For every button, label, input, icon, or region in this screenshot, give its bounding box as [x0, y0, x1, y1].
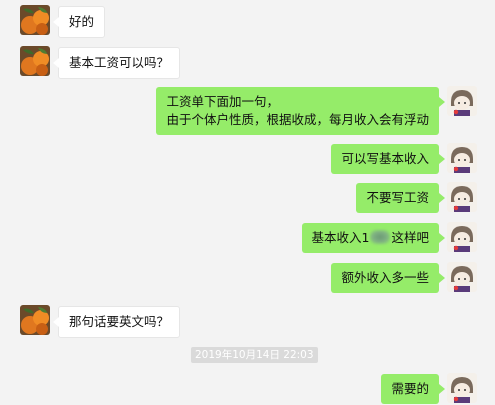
cartoon-girl-avatar-icon[interactable] — [447, 182, 477, 212]
message-text: 需要的 — [391, 381, 429, 396]
orange-avatar-icon[interactable] — [20, 5, 50, 35]
message-text: 基本收入1 — [311, 230, 370, 245]
message-bubble[interactable]: 基本收入1 这样吧 — [301, 223, 446, 253]
message-bubble[interactable]: 基本工资可以吗？ — [52, 47, 181, 79]
timestamp-label: 2019年10月14日 22:03 — [191, 347, 318, 363]
message-bubble[interactable]: 不要写工资 — [356, 183, 445, 213]
message-text: 工资单下面加一句， — [166, 94, 279, 109]
message-bubble[interactable]: 额外收入多一些 — [331, 263, 445, 293]
cartoon-girl-avatar-icon[interactable] — [447, 143, 477, 173]
message-bubble[interactable]: 可以写基本收入 — [331, 144, 445, 174]
redaction-blur — [370, 230, 391, 244]
cartoon-girl-avatar-icon[interactable] — [447, 373, 477, 403]
cartoon-girl-avatar-icon[interactable] — [447, 262, 477, 292]
orange-avatar-icon[interactable] — [20, 305, 50, 335]
message-text: 额外收入多一些 — [341, 270, 429, 285]
message-text: 这样吧 — [391, 230, 429, 245]
message-text: 基本工资可以吗？ — [69, 55, 170, 70]
chat-window: 好的 基本工资可以吗？ 工资单下面加一句， 由于个体户性质，根据收成，每月收入会… — [0, 0, 495, 405]
orange-avatar-icon[interactable] — [20, 46, 50, 76]
message-bubble[interactable]: 好的 — [52, 6, 106, 38]
cartoon-girl-avatar-icon[interactable] — [447, 222, 477, 252]
message-text: 那句话要英文吗？ — [69, 314, 170, 329]
message-text: 由于个体户性质，根据收成，每月收入会有浮动 — [166, 112, 429, 127]
message-bubble[interactable]: 需要的 — [381, 374, 445, 404]
message-bubble[interactable]: 那句话要英文吗？ — [52, 306, 181, 338]
message-text: 不要写工资 — [366, 190, 429, 205]
message-bubble[interactable]: 工资单下面加一句， 由于个体户性质，根据收成，每月收入会有浮动 — [156, 87, 445, 135]
message-text: 好的 — [69, 14, 95, 29]
cartoon-girl-avatar-icon[interactable] — [447, 86, 477, 116]
message-text: 可以写基本收入 — [341, 151, 429, 166]
